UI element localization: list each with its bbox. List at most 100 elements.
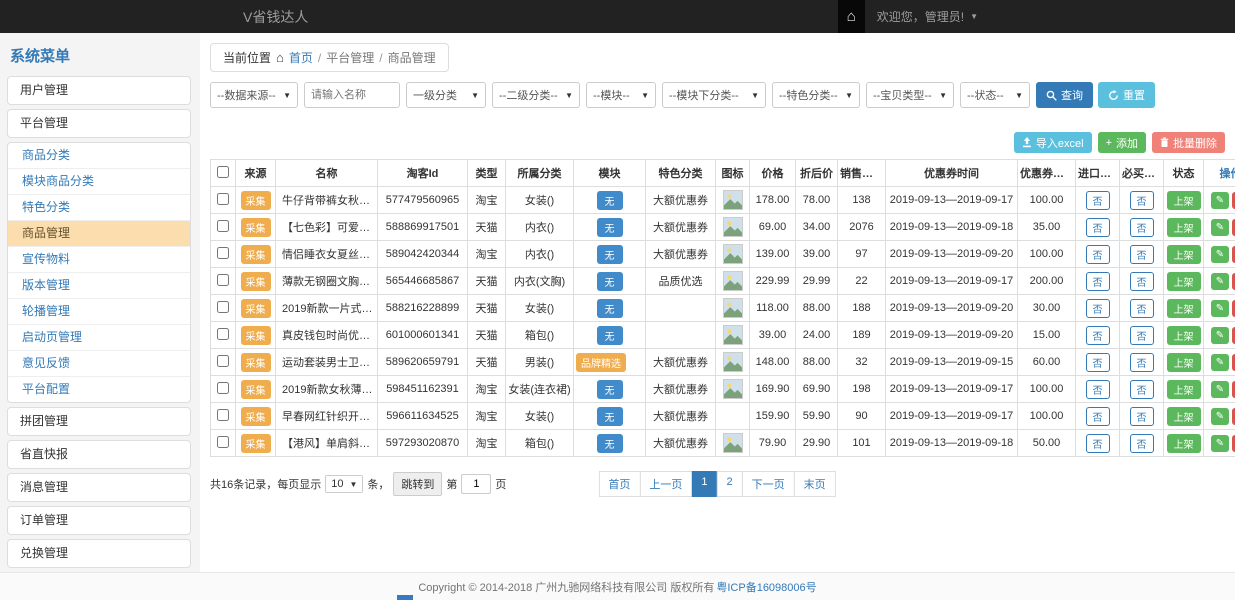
page-button[interactable]: 首页 [598,471,640,497]
sidebar-item[interactable]: 拼团管理 [7,407,191,436]
import-toggle-button[interactable]: 否 [1086,407,1110,426]
edit-button[interactable]: ✎ [1211,246,1229,263]
row-checkbox[interactable] [217,382,229,394]
import-toggle-button[interactable]: 否 [1086,191,1110,210]
row-checkbox[interactable] [217,328,229,340]
status-button[interactable]: 上架 [1167,191,1201,210]
product-category: 箱包() [506,322,574,349]
jump-button[interactable]: 跳转到 [393,472,442,496]
table-row: 采集【七色彩】可爱纯棉家...588869917501天猫内衣()无大额优惠券6… [211,214,1235,241]
search-button[interactable]: 查询 [1036,82,1093,108]
row-checkbox[interactable] [217,409,229,421]
row-checkbox[interactable] [217,301,229,313]
feature-category: 品质优选 [646,268,716,295]
status-button[interactable]: 上架 [1167,326,1201,345]
row-checkbox[interactable] [217,193,229,205]
status-select[interactable]: --状态--▼ [960,82,1030,108]
edit-button[interactable]: ✎ [1211,192,1229,209]
jump-page-input[interactable] [461,474,491,494]
per-page-select[interactable]: 10 ▼ [325,475,363,493]
add-button[interactable]: + 添加 [1098,132,1146,153]
must-buy-toggle-button[interactable]: 否 [1130,191,1154,210]
sidebar-item[interactable]: 省直快报 [7,440,191,469]
import-toggle-button[interactable]: 否 [1086,326,1110,345]
module-subcategory-select[interactable]: --模块下分类--▼ [662,82,766,108]
sidebar-submenu-item[interactable]: 意见反馈 [8,351,190,377]
sidebar-submenu-item[interactable]: 商品管理 [8,221,190,247]
edit-button[interactable]: ✎ [1211,408,1229,425]
page-button[interactable]: 末页 [794,471,836,497]
reset-button[interactable]: 重置 [1098,82,1155,108]
import-toggle-button[interactable]: 否 [1086,299,1110,318]
page-button[interactable]: 2 [717,471,743,497]
sidebar-item[interactable]: 用户管理 [7,76,191,105]
sidebar-item[interactable]: 订单管理 [7,506,191,535]
status-button[interactable]: 上架 [1167,299,1201,318]
icp-link[interactable]: 粤ICP备16098006号 [716,579,816,595]
must-buy-toggle-button[interactable]: 否 [1130,299,1154,318]
row-checkbox[interactable] [217,220,229,232]
batch-delete-button[interactable]: 批量删除 [1152,132,1225,153]
sidebar-submenu-item[interactable]: 版本管理 [8,273,190,299]
sidebar-submenu-item[interactable]: 模块商品分类 [8,169,190,195]
edit-button[interactable]: ✎ [1211,219,1229,236]
import-toggle-button[interactable]: 否 [1086,218,1110,237]
status-button[interactable]: 上架 [1167,218,1201,237]
home-button[interactable]: ⌂ [838,0,865,33]
edit-button[interactable]: ✎ [1211,300,1229,317]
must-buy-toggle-button[interactable]: 否 [1130,380,1154,399]
level2-category-select[interactable]: --二级分类--▼ [492,82,580,108]
item-type-select[interactable]: --宝贝类型--▼ [866,82,954,108]
sidebar-item[interactable]: 兑换管理 [7,539,191,568]
sidebar-submenu-item[interactable]: 商品分类 [8,143,190,169]
edit-button[interactable]: ✎ [1211,273,1229,290]
must-buy-toggle-button[interactable]: 否 [1130,434,1154,453]
must-buy-toggle-button[interactable]: 否 [1130,245,1154,264]
sidebar-submenu-item[interactable]: 启动页管理 [8,325,190,351]
row-checkbox[interactable] [217,436,229,448]
import-toggle-button[interactable]: 否 [1086,353,1110,372]
page-button[interactable]: 下一页 [742,471,795,497]
import-toggle-button[interactable]: 否 [1086,380,1110,399]
row-checkbox[interactable] [217,355,229,367]
sidebar-submenu-item[interactable]: 宣传物料 [8,247,190,273]
row-checkbox[interactable] [217,274,229,286]
must-buy-toggle-button[interactable]: 否 [1130,326,1154,345]
import-toggle-button[interactable]: 否 [1086,272,1110,291]
edit-button[interactable]: ✎ [1211,381,1229,398]
must-buy-toggle-button[interactable]: 否 [1130,272,1154,291]
product-type: 淘宝 [468,187,506,214]
must-buy-toggle-button[interactable]: 否 [1130,407,1154,426]
sidebar-submenu-item[interactable]: 平台配置 [8,377,190,402]
edit-button[interactable]: ✎ [1211,435,1229,452]
name-search-input[interactable] [304,82,400,108]
status-button[interactable]: 上架 [1167,434,1201,453]
must-buy-toggle-button[interactable]: 否 [1130,218,1154,237]
sidebar-item[interactable]: 平台管理 [7,109,191,138]
import-toggle-button[interactable]: 否 [1086,245,1110,264]
import-toggle-button[interactable]: 否 [1086,434,1110,453]
must-buy-toggle-button[interactable]: 否 [1130,353,1154,372]
user-menu[interactable]: 欢迎您，管理员! ▼ [865,0,990,33]
page-button[interactable]: 1 [691,471,717,497]
breadcrumb-home-link[interactable]: 首页 [289,49,313,66]
data-source-select[interactable]: --数据来源--▼ [210,82,298,108]
status-button[interactable]: 上架 [1167,272,1201,291]
level1-category-select[interactable]: 一级分类▼ [406,82,486,108]
import-excel-button[interactable]: 导入excel [1014,132,1092,153]
status-button[interactable]: 上架 [1167,380,1201,399]
sidebar-submenu-item[interactable]: 特色分类 [8,195,190,221]
row-checkbox[interactable] [217,247,229,259]
sidebar-submenu-item[interactable]: 轮播管理 [8,299,190,325]
feature-category-select[interactable]: --特色分类--▼ [772,82,860,108]
select-all-checkbox[interactable] [217,166,229,178]
module-select[interactable]: --模块--▼ [586,82,656,108]
edit-button[interactable]: ✎ [1211,327,1229,344]
status-button[interactable]: 上架 [1167,245,1201,264]
plus-icon: + [1106,137,1112,149]
page-button[interactable]: 上一页 [639,471,692,497]
status-button[interactable]: 上架 [1167,353,1201,372]
edit-button[interactable]: ✎ [1211,354,1229,371]
status-button[interactable]: 上架 [1167,407,1201,426]
sidebar-item[interactable]: 消息管理 [7,473,191,502]
